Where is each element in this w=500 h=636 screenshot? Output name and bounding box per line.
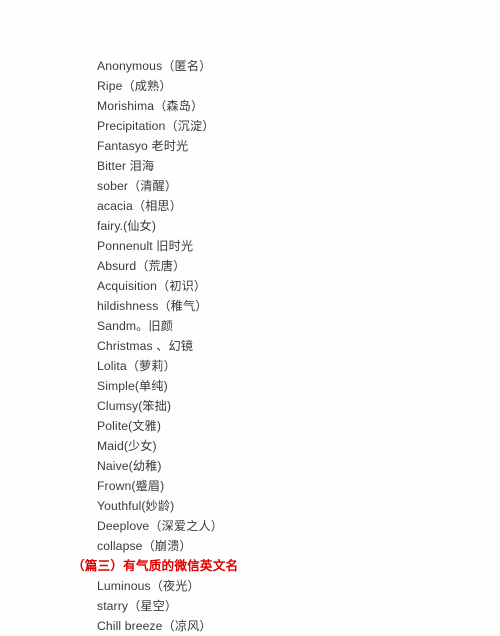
document-page: Anonymous（匿名） Ripe（成熟） Morishima（森岛） Precip…	[0, 0, 500, 636]
name-list-item: Maid(少女)	[97, 439, 157, 453]
name-list-item: Absurd（荒唐）	[97, 259, 186, 273]
name-list-item: Luminous（夜光）	[97, 579, 200, 593]
name-list-item: fairy.(仙女)	[97, 219, 156, 233]
name-list-item: Ponnenult 旧时光	[97, 239, 194, 253]
name-list-item: Clumsy(笨拙)	[97, 399, 172, 413]
name-list-item: Bitter 泪海	[97, 159, 155, 173]
name-list-item: Naive(幼稚)	[97, 459, 162, 473]
name-list-item: Acquisition（初识）	[97, 279, 207, 293]
name-list-item: acacia（相思）	[97, 199, 182, 213]
name-list-item: Morishima（森岛）	[97, 99, 204, 113]
name-list-item: Chill breeze（凉风）	[97, 619, 212, 633]
name-list-item: Polite(文雅)	[97, 419, 161, 433]
name-list-item: Fantasyo 老时光	[97, 139, 189, 153]
name-list-item: Youthful(妙龄)	[97, 499, 175, 513]
name-list-item: Lolita（萝莉）	[97, 359, 176, 373]
name-list-item: Deeplove（深爱之人）	[97, 519, 224, 533]
name-list-item: Sandm。旧颜	[97, 319, 173, 333]
name-list-item: Simple(单纯)	[97, 379, 168, 393]
name-list-item: collapse（崩溃）	[97, 539, 192, 553]
name-list-item: sober（清醒）	[97, 179, 178, 193]
name-list-item: starry（星空）	[97, 599, 178, 613]
name-list-item: Anonymous（匿名）	[97, 59, 212, 73]
name-list-item: Frown(蹙眉)	[97, 479, 165, 493]
name-list-item: Precipitation（沉淀）	[97, 119, 215, 133]
name-list-item: Christmas 、幻镜	[97, 339, 194, 353]
section-heading: （篇三）有气质的微信英文名	[72, 559, 239, 573]
name-list-item: Ripe（成熟）	[97, 79, 172, 93]
name-list-container: Anonymous（匿名） Ripe（成熟） Morishima（森岛） Precip…	[72, 56, 472, 636]
name-list-item: hildishness（稚气）	[97, 299, 208, 313]
